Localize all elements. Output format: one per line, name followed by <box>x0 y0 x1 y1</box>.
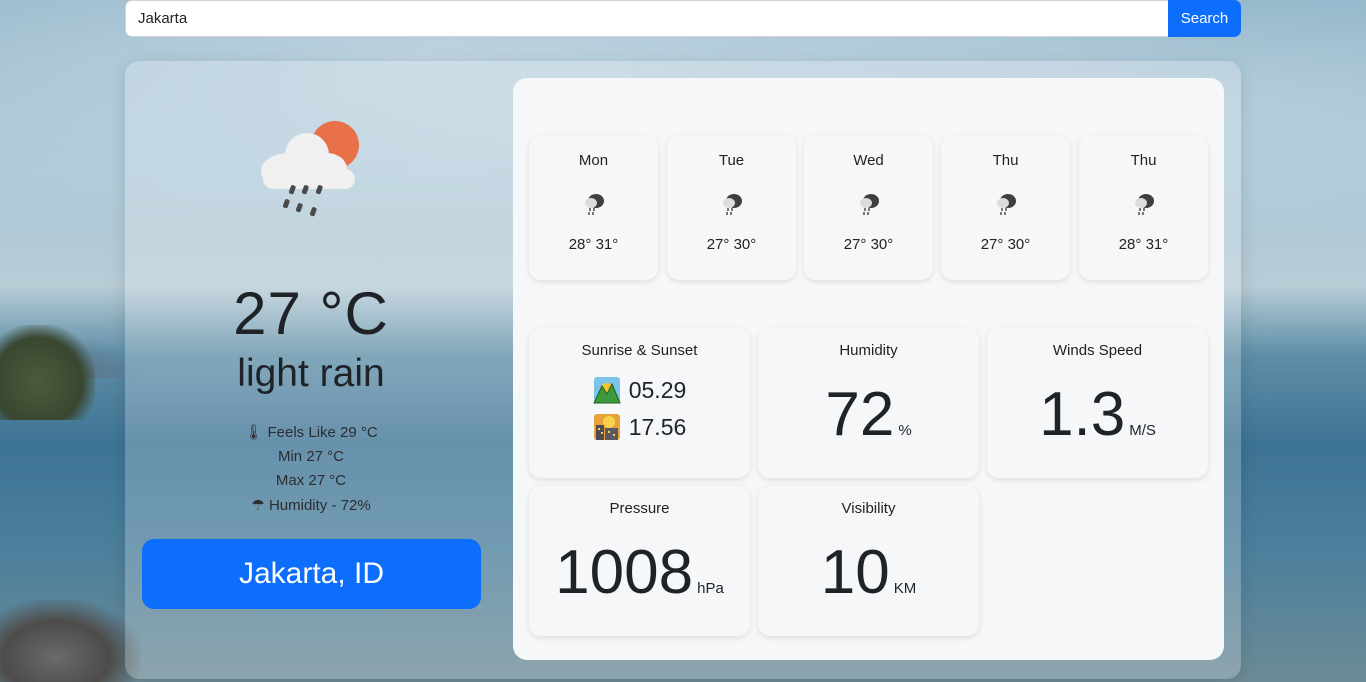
visibility-unit: KM <box>893 580 917 597</box>
min-temp: Min 27 °C <box>277 448 345 465</box>
weather-details: 🌡 Feels Like 29 °C Min 27 °C Max 27 °C ☂… <box>125 420 497 518</box>
sunrise-sunset-card: Sunrise & Sunset 05.29 17.56 <box>529 328 750 478</box>
visibility-card: Visibility 10 KM <box>758 486 979 636</box>
pressure-unit: hPa <box>697 580 724 597</box>
cloud-sun-rain-icon <box>261 121 359 217</box>
pressure-value-row: 1008 hPa <box>529 538 750 624</box>
umbrella-icon: ☂ <box>251 496 265 514</box>
wind-unit: M/S <box>1129 422 1156 439</box>
day-temps: 27° 30° <box>843 236 894 253</box>
rain-cloud-icon <box>997 194 1016 215</box>
current-weather: 27 °C light rain 🌡 Feels Like 29 °C Min … <box>125 61 513 679</box>
search-input[interactable] <box>125 0 1168 37</box>
stat-title: Visibility <box>841 500 896 517</box>
day-temps: 28° 31° <box>1118 236 1169 253</box>
day-name: Mon <box>578 152 609 169</box>
day-temps: 27° 30° <box>706 236 757 253</box>
search-bar: Search <box>125 0 1241 37</box>
forecast-day-card: Mon 28° 31° <box>529 135 658 280</box>
max-temp: Max 27 °C <box>275 472 347 489</box>
rain-cloud-icon <box>723 194 742 215</box>
weather-description: light rain <box>237 352 385 395</box>
visibility-value-row: 10 KM <box>758 538 979 624</box>
day-name: Tue <box>718 152 745 169</box>
forecast-day-card: Tue 27° 30° <box>667 135 796 280</box>
pressure-value: 1008 <box>555 538 694 607</box>
wind-speed-card: Winds Speed 1.3 M/S <box>987 328 1208 478</box>
feels-like-row: 🌡 Feels Like 29 °C <box>125 420 497 445</box>
shore-rocks <box>0 600 140 682</box>
visibility-value: 10 <box>820 538 890 607</box>
sunrise-time: 05.29 <box>628 376 687 403</box>
humidity-unit: % <box>898 422 912 439</box>
humidity-row: ☂ Humidity - 72% <box>125 493 497 518</box>
humidity-card: Humidity 72% <box>758 328 979 478</box>
stat-title: Sunrise & Sunset <box>581 342 698 359</box>
sunset-icon <box>593 414 620 440</box>
rain-cloud-icon <box>585 194 604 215</box>
pressure-card: Pressure 1008 hPa <box>529 486 750 636</box>
humidity-text: Humidity - 72% <box>268 497 371 514</box>
sunrise-row: 05.29 <box>529 376 750 404</box>
search-button[interactable]: Search <box>1168 0 1241 37</box>
day-name: Thu <box>1130 152 1157 169</box>
distant-hills <box>20 338 140 378</box>
day-name: Wed <box>853 152 884 169</box>
rain-cloud-icon <box>860 194 879 215</box>
rain-cloud-icon <box>1135 194 1154 215</box>
day-temps: 28° 31° <box>568 236 619 253</box>
humidity-value: 72 <box>825 380 895 449</box>
stat-title: Winds Speed <box>1052 342 1143 359</box>
forecast-day-card: Thu 28° 31° <box>1079 135 1208 280</box>
forecast-panel: Mon 28° 31° Tue 27° 30° Wed 27° 30° Thu … <box>513 78 1224 660</box>
sunset-time: 17.56 <box>628 413 687 440</box>
day-temps: 27° 30° <box>980 236 1031 253</box>
current-temperature: 27 °C <box>233 280 389 347</box>
thermometer-icon: 🌡 <box>244 423 264 441</box>
humidity-value-row: 72% <box>758 380 979 466</box>
forecast-day-card: Wed 27° 30° <box>804 135 933 280</box>
wind-value: 1.3 <box>1039 380 1126 449</box>
wind-value-row: 1.3 M/S <box>987 380 1208 466</box>
stat-title: Pressure <box>609 500 670 517</box>
sunrise-icon <box>592 377 621 404</box>
sunset-row: 17.56 <box>529 413 750 441</box>
cliff <box>0 325 95 420</box>
feels-like-text: Feels Like 29 °C <box>267 424 378 441</box>
stat-title: Humidity <box>839 342 898 359</box>
forecast-day-card: Thu 27° 30° <box>941 135 1070 280</box>
location-button[interactable]: Jakarta, ID <box>142 539 481 609</box>
day-name: Thu <box>992 152 1019 169</box>
